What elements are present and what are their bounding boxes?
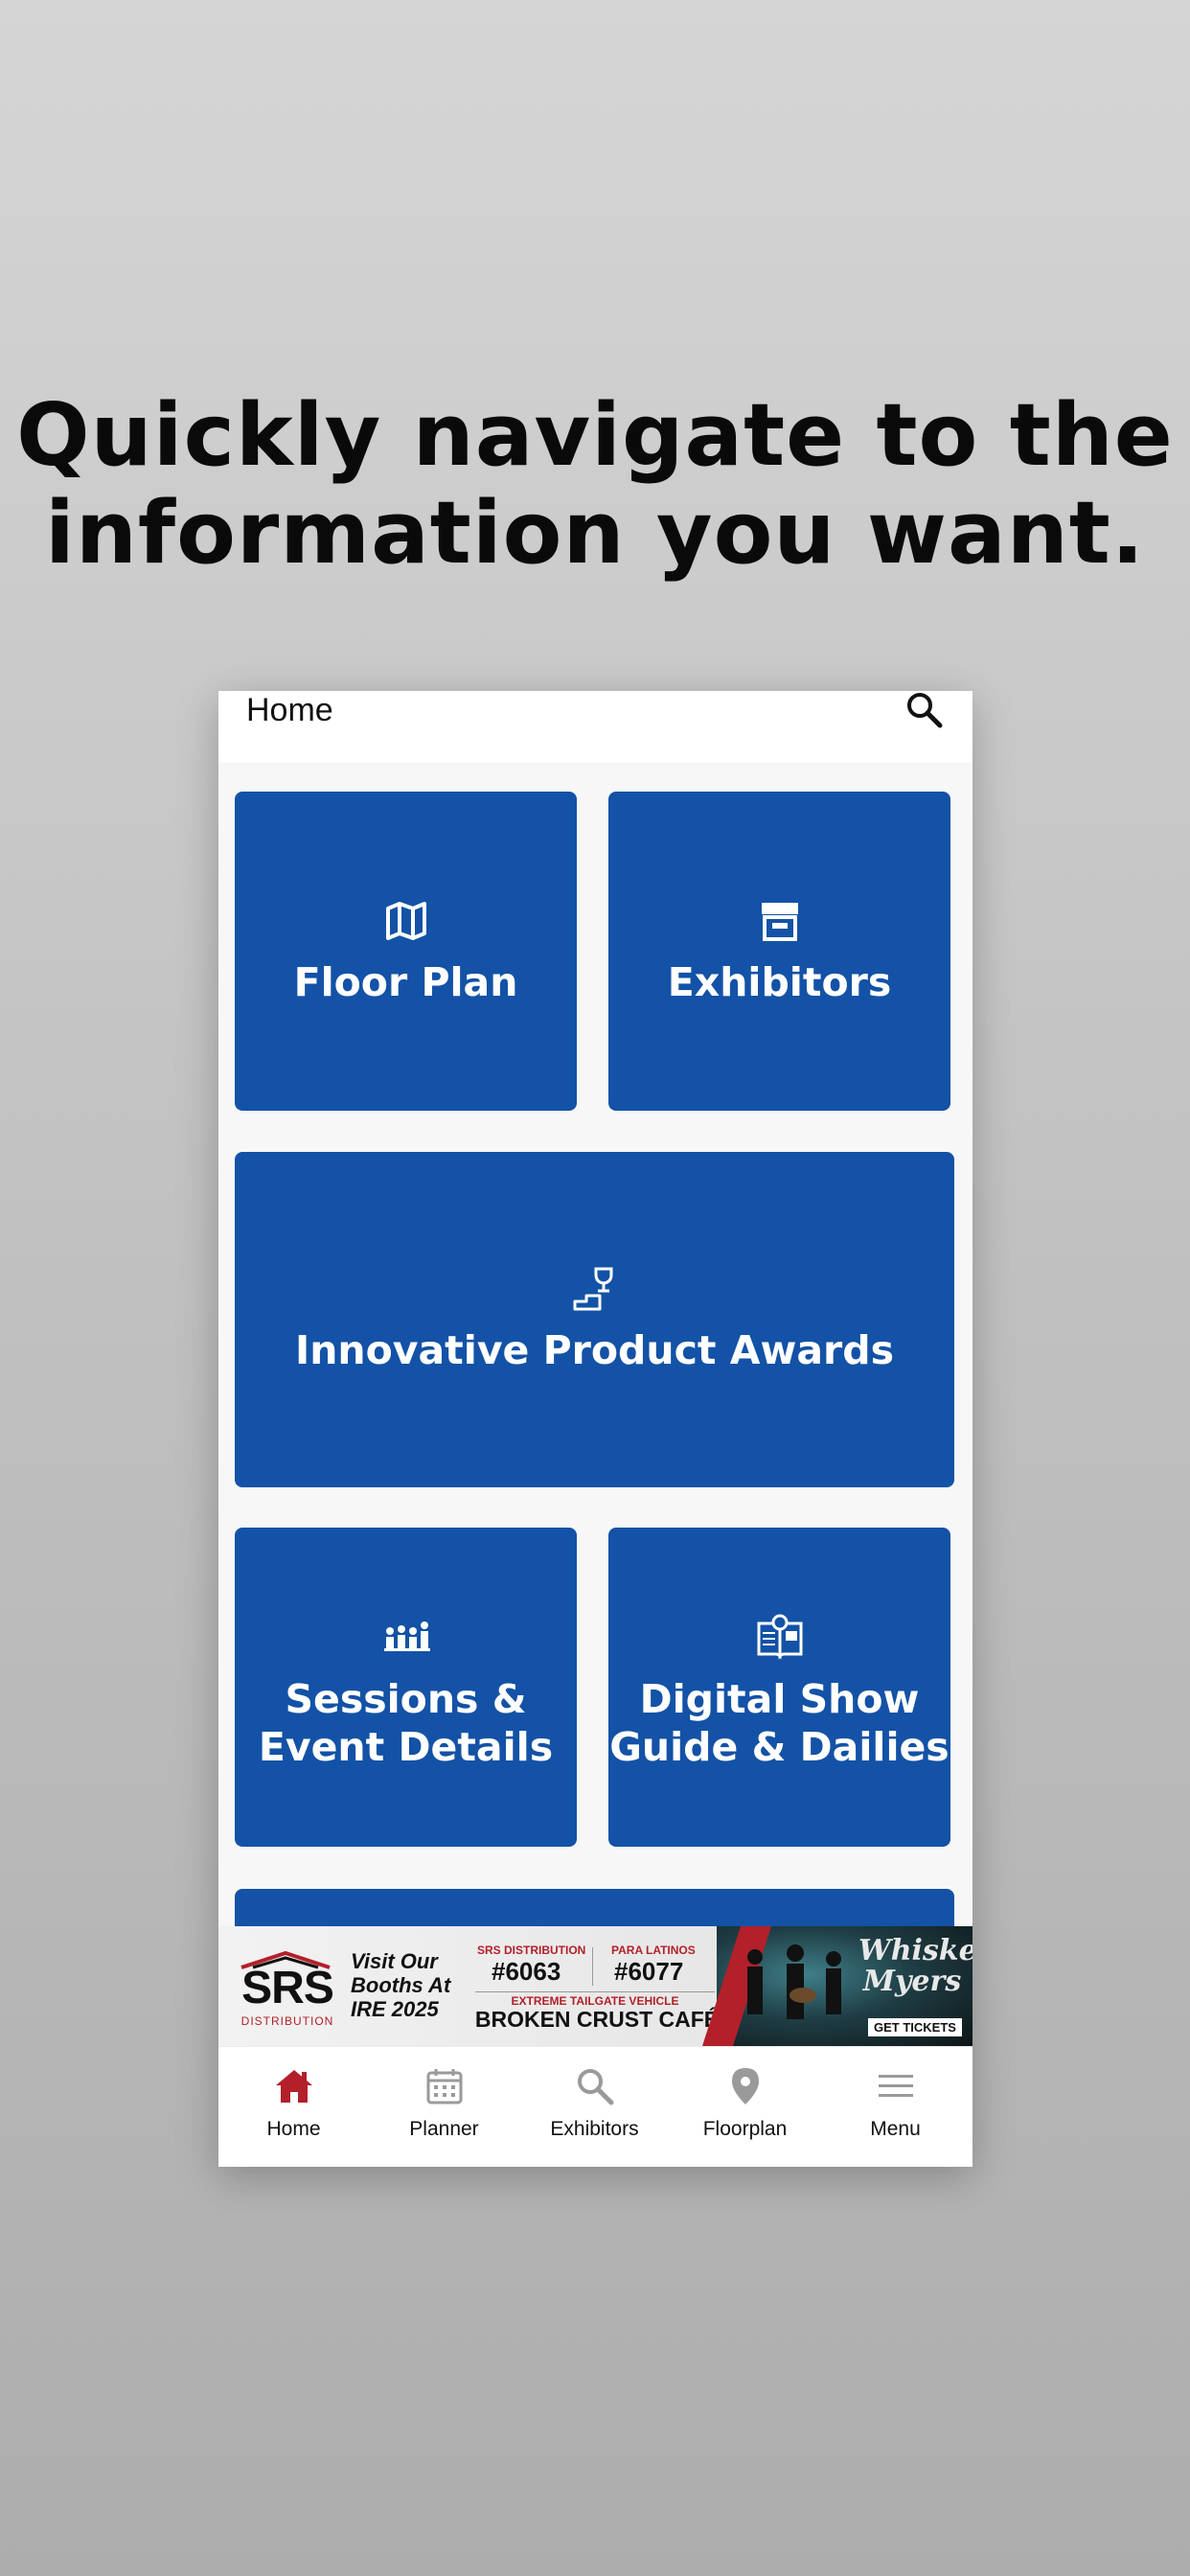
banner-band-name: Whiskey Myers — [858, 1934, 973, 1998]
search-icon — [575, 2066, 615, 2106]
banner-divider — [592, 1947, 593, 1986]
hamburger-menu-icon — [876, 2066, 916, 2106]
tile-floor-plan[interactable]: Floor Plan — [235, 792, 577, 1111]
banner-tailgate-text: EXTREME TAILGATE VEHICLE — [511, 1994, 679, 2008]
headline-line-1: Quickly navigate to the — [16, 385, 1174, 486]
band-silhouette-icon — [726, 1936, 860, 2041]
location-pin-icon — [725, 2066, 766, 2106]
bottom-tab-bar: Home Planner Exhibitors Floorplan Menu — [218, 2046, 973, 2167]
tile-label: Sessions & Event Details — [258, 1675, 554, 1770]
banner-brand-sub: DISTRIBUTION — [240, 2014, 334, 2028]
audience-presenter-icon — [382, 1614, 430, 1662]
tile-digital-show-guide[interactable]: Digital Show Guide & Dailies — [608, 1528, 950, 1847]
marketing-headline: Quickly navigate to the information you … — [0, 387, 1190, 583]
phone-screen: Home Floor Plan Exhibitors Innovative Pr… — [218, 691, 973, 2167]
get-tickets-button[interactable]: GET TICKETS — [868, 2018, 962, 2036]
top-app-bar: Home — [218, 691, 973, 763]
booth-2-label: PARA LATINOS — [611, 1944, 696, 1957]
booth-1-number: #6063 — [492, 1957, 561, 1986]
tab-planner[interactable]: Planner — [369, 2047, 519, 2167]
tab-floorplan[interactable]: Floorplan — [670, 2047, 820, 2167]
tile-innovative-product-awards[interactable]: Innovative Product Awards — [235, 1152, 954, 1487]
tab-label: Planner — [409, 2118, 479, 2140]
tile-label: Floor Plan — [293, 958, 518, 1005]
map-icon — [382, 897, 430, 945]
banner-divider — [475, 1991, 715, 1992]
booth-1-label: SRS DISTRIBUTION — [477, 1944, 586, 1957]
calendar-icon — [424, 2066, 465, 2106]
storefront-icon — [756, 897, 804, 945]
tile-exhibitors[interactable]: Exhibitors — [608, 792, 950, 1111]
tab-label: Floorplan — [702, 2118, 788, 2140]
booth-2-number: #6077 — [614, 1957, 684, 1986]
tab-label: Exhibitors — [550, 2118, 639, 2140]
open-book-icon — [756, 1614, 804, 1662]
banner-brand: SRS — [241, 1963, 334, 2013]
tile-label: Digital Show Guide & Dailies — [609, 1675, 950, 1770]
tile-label: Exhibitors — [667, 958, 892, 1005]
page-title: Home — [246, 692, 333, 728]
tile-sessions-event-details[interactable]: Sessions & Event Details — [235, 1528, 577, 1847]
headline-line-2: information you want. — [45, 483, 1145, 584]
sponsor-banner-ad[interactable]: SRS DISTRIBUTION Visit Our Booths At IRE… — [218, 1926, 973, 2046]
tab-menu[interactable]: Menu — [820, 2047, 971, 2167]
banner-cafe-text: BROKEN CRUST CAFÉ — [474, 2007, 720, 2032]
tile-label: Innovative Product Awards — [294, 1327, 895, 1373]
tab-exhibitors[interactable]: Exhibitors — [519, 2047, 670, 2167]
tab-home[interactable]: Home — [218, 2047, 369, 2167]
tab-label: Menu — [870, 2118, 921, 2140]
search-icon[interactable] — [904, 691, 946, 733]
tab-label: Home — [266, 2118, 321, 2140]
banner-visit-text: Visit Our Booths At IRE 2025 — [351, 1949, 451, 2021]
home-icon — [274, 2066, 314, 2106]
trophy-podium-icon — [571, 1265, 619, 1313]
